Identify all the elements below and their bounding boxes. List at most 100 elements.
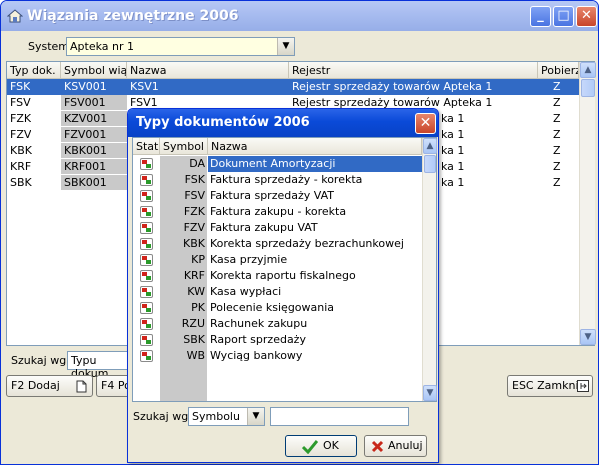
maximize-button[interactable]: □ [553,6,574,27]
symbol-column-fill [160,364,207,401]
cancel-button-label: Anuluj [388,439,423,452]
add-button[interactable]: F2 Dodaj [6,375,93,397]
status-icon [140,318,153,330]
dialog-search-input[interactable] [270,407,409,426]
item-symbol: FZK [160,204,207,220]
scroll-thumb[interactable] [424,155,436,173]
status-icon [140,222,153,234]
cell-pobierz: Z [553,96,561,109]
ok-button[interactable]: OK [285,435,357,457]
status-icon [140,254,153,266]
status-icon [140,270,153,282]
cell-symbol: KSV001 [64,80,107,93]
scroll-down-button[interactable]: ▼ [423,385,437,401]
cell-typ: KBK [10,144,32,157]
system-value: Apteka nr 1 [70,40,134,53]
item-symbol: FZV [160,220,207,236]
scroll-down-button[interactable]: ▼ [580,329,596,345]
document-types-dialog: Typy dokumentów 2006 ✕ Stat Symbol Nazwa… [127,108,439,463]
document-types-table[interactable]: Stat Symbol Nazwa DA Dokument Amortyzacj… [132,137,437,402]
cell-rejestr: ka 1 [441,128,465,141]
item-symbol: SBK [160,332,207,348]
cell-rejestr: ka 1 [441,144,465,157]
cell-rejestr: ka 1 [441,160,465,173]
list-item[interactable]: FSK Faktura sprzedaży - korekta [133,172,422,188]
minimize-button[interactable]: _ [530,6,551,27]
list-item[interactable]: KW Kasa wypłaci [133,284,422,300]
item-symbol: KP [160,252,207,268]
cell-symbol: KZV001 [61,111,127,126]
system-combo[interactable]: Apteka nr 1 ▼ [66,37,295,56]
dialog-search-mode-value: Symbolu [192,410,240,423]
list-item[interactable]: SBK Raport sprzedaży [133,332,422,348]
list-item[interactable]: PK Polecenie księgowania [133,300,422,316]
column-header-nazwa[interactable]: Nazwa [208,138,422,155]
exit-icon [577,380,589,392]
item-name: Faktura sprzedaży - korekta [210,173,363,186]
list-item[interactable]: KBK Korekta sprzedaży bezrachunkowej [133,236,422,252]
dialog-search-mode-combo[interactable]: Symbolu ▼ [188,407,265,426]
dialog-title-bar[interactable]: Typy dokumentów 2006 ✕ [128,109,438,137]
list-item[interactable]: RZU Rachunek zakupu [133,316,422,332]
close-window-button[interactable]: ESC Zamknij [507,375,593,397]
cell-rejestr: ka 1 [441,112,465,125]
item-symbol: WB [160,348,207,364]
window-title: Wiązania zewnętrzne 2006 [27,8,239,24]
item-symbol: KRF [160,268,207,284]
list-item[interactable]: FSV Faktura sprzedaży VAT [133,188,422,204]
item-name: Faktura zakupu VAT [210,221,318,234]
scroll-thumb[interactable] [581,79,595,97]
f4-button[interactable]: F4 Po [96,375,130,397]
item-name: Korekta sprzedaży bezrachunkowej [210,237,404,250]
search-mode-combo[interactable]: Typu dokum [67,351,131,380]
close-button[interactable]: ✕ [576,6,597,27]
table-row[interactable]: FSK KSV001 KSV1 Rejestr sprzedaży towaró… [7,79,579,95]
column-header-nazwa[interactable]: Nazwa [127,62,289,79]
column-header-pobierz[interactable]: Pobierz [538,62,579,79]
column-header-stat[interactable]: Stat [133,138,160,155]
list-item[interactable]: FZV Faktura zakupu VAT [133,220,422,236]
item-name: Wyciąg bankowy [210,349,303,362]
item-symbol: FSK [160,172,207,188]
column-header-symbol[interactable]: Symbol wiąz. [61,62,127,79]
cell-symbol: FZV001 [61,127,127,142]
chevron-down-icon[interactable]: ▼ [247,408,264,425]
ok-button-label: OK [323,439,339,452]
cell-typ: SBK [10,176,32,189]
main-title-bar[interactable]: Wiązania zewnętrzne 2006 _ □ ✕ [1,1,598,31]
column-header-symbol[interactable]: Symbol [160,138,208,155]
cell-typ: KRF [10,160,32,173]
item-name: Faktura sprzedaży VAT [210,189,334,202]
cell-rejestr: ka 1 [441,176,465,189]
status-icon [140,302,153,314]
dialog-title: Typy dokumentów 2006 [136,115,310,130]
cell-nazwa: KSV1 [130,80,159,93]
item-name: Kasa wypłaci [210,285,282,298]
cell-pobierz: Z [553,176,561,189]
status-icon [140,158,153,170]
close-window-button-label: ESC Zamknij [512,379,582,392]
status-icon [140,286,153,298]
dialog-close-button[interactable]: ✕ [415,113,436,134]
status-icon [140,190,153,202]
cancel-button[interactable]: Anuluj [364,435,427,457]
checkmark-icon [302,440,318,454]
scroll-up-button[interactable]: ▲ [423,138,437,154]
item-name: Raport sprzedaży [210,333,306,346]
item-symbol: FSV [160,188,207,204]
column-header-rejestr[interactable]: Rejestr [289,62,538,79]
list-item[interactable]: KRF Korekta raportu fiskalnego [133,268,422,284]
column-header-typ[interactable]: Typ dok. [7,62,61,79]
list-item[interactable]: KP Kasa przyjmie [133,252,422,268]
list-item[interactable]: WB Wyciąg bankowy [133,348,422,364]
status-icon [140,238,153,250]
scroll-up-button[interactable]: ▲ [580,62,596,78]
cell-pobierz: Z [553,80,561,93]
table-scrollbar[interactable]: ▲ ▼ [579,62,596,345]
list-item[interactable]: FZK Faktura zakupu - korekta [133,204,422,220]
item-symbol: PK [160,300,207,316]
dialog-scrollbar[interactable]: ▲ ▼ [422,138,437,401]
list-item[interactable]: DA Dokument Amortyzacji [133,156,422,172]
cell-typ: FZV [10,128,32,141]
chevron-down-icon[interactable]: ▼ [277,38,294,55]
